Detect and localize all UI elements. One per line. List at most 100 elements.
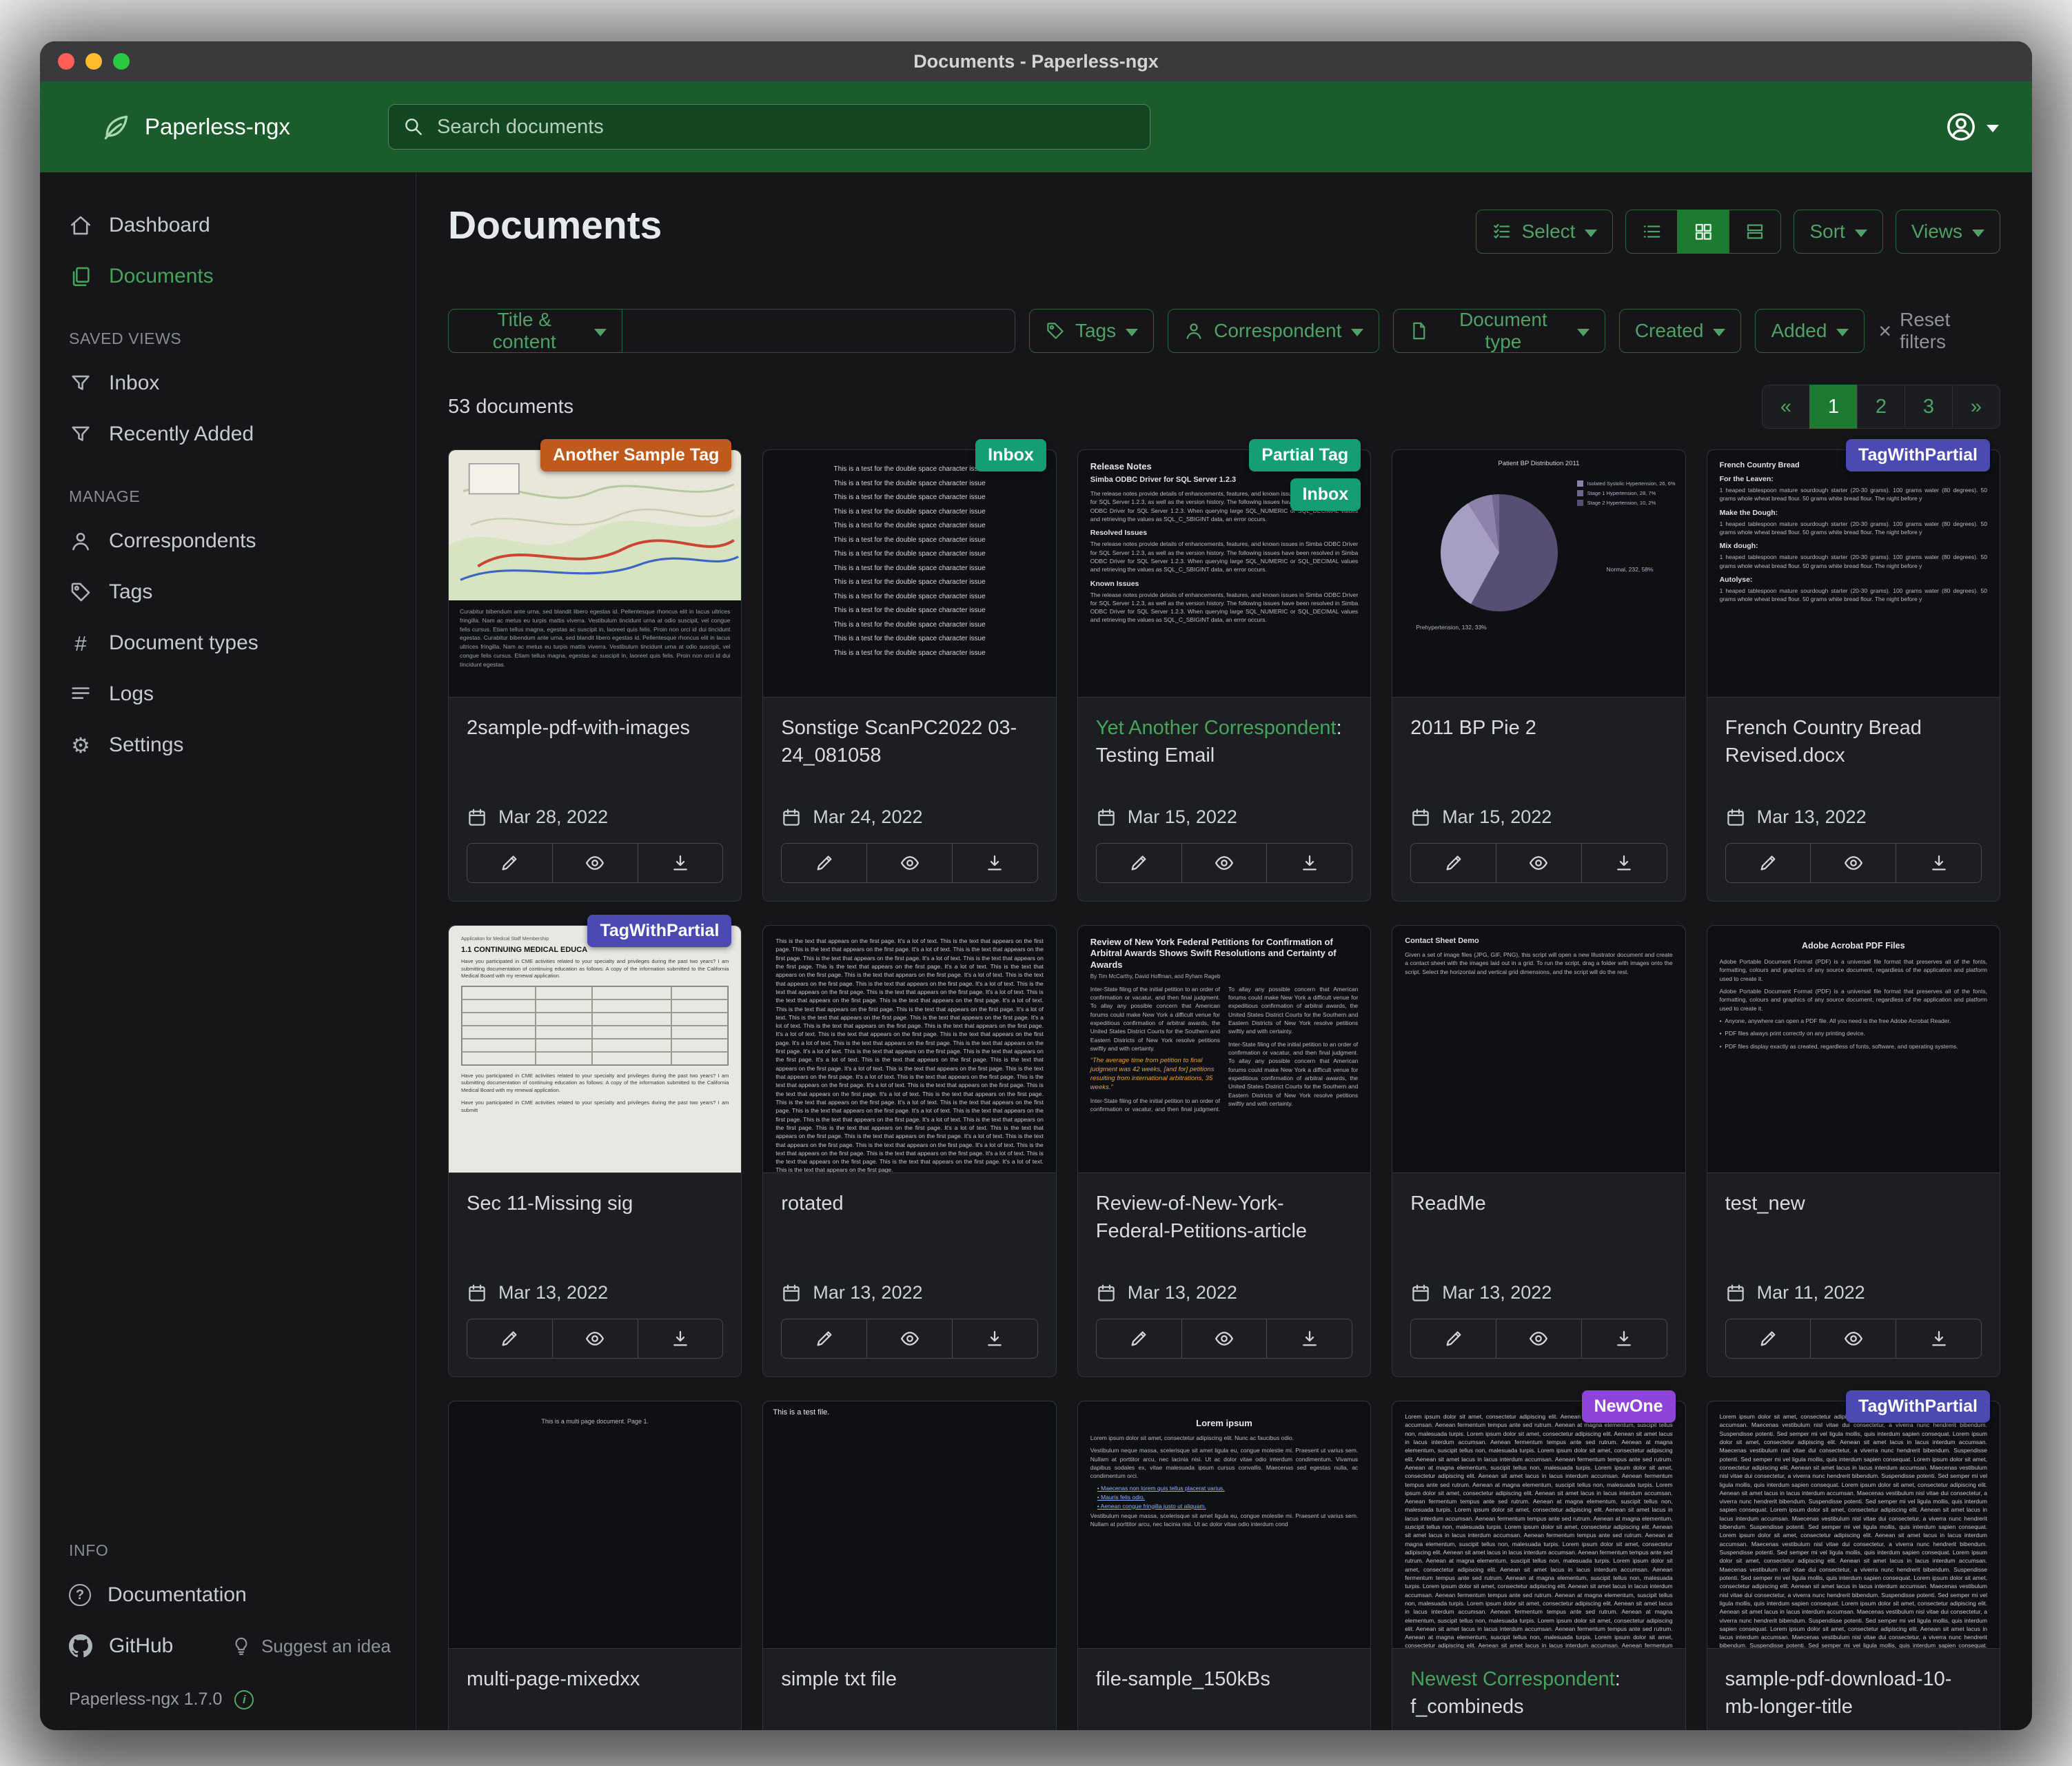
download-document-button[interactable] — [952, 1319, 1038, 1359]
document-title-link[interactable]: simple txt file — [781, 1668, 897, 1690]
suggest-idea-link[interactable]: Suggest an idea — [231, 1636, 391, 1657]
select-button[interactable]: Select — [1476, 210, 1614, 254]
tag-badge[interactable]: TagWithPartial — [1846, 1390, 1990, 1423]
sidebar-item-documents[interactable]: Documents — [40, 251, 416, 302]
download-document-button[interactable] — [1896, 843, 1982, 883]
document-thumbnail[interactable]: Review of New York Federal Petitions for… — [1078, 926, 1370, 1173]
correspondent-filter-button[interactable]: Correspondent — [1168, 309, 1379, 353]
tag-badge[interactable]: Inbox — [975, 439, 1046, 471]
document-thumbnail[interactable]: Patient BP Distribution 2011 Isolated Sy… — [1392, 450, 1685, 698]
document-thumbnail[interactable]: Lorem ipsum dolor sit amet, consectetur … — [1707, 1401, 2000, 1649]
document-title-link[interactable]: rotated — [781, 1192, 843, 1215]
sidebar-item-tags[interactable]: Tags — [40, 567, 416, 618]
view-document-button[interactable] — [1810, 1319, 1896, 1359]
document-title-link[interactable]: test_new — [1725, 1192, 1805, 1215]
card-view-button[interactable] — [1729, 210, 1781, 254]
edit-document-button[interactable] — [467, 1319, 553, 1359]
edit-document-button[interactable] — [1410, 1319, 1496, 1359]
view-document-button[interactable] — [1496, 1319, 1582, 1359]
tag-badge[interactable]: TagWithPartial — [587, 915, 731, 947]
view-document-button[interactable] — [866, 843, 953, 883]
document-title-link[interactable]: 2sample-pdf-with-images — [467, 717, 690, 739]
tag-badge[interactable]: Partial Tag — [1249, 439, 1361, 471]
document-title-link[interactable]: multi-page-mixedxx — [467, 1668, 640, 1690]
view-document-button[interactable] — [1810, 843, 1896, 883]
tag-badge[interactable]: Inbox — [1290, 478, 1361, 511]
views-button[interactable]: Views — [1896, 210, 2000, 254]
tag-badge[interactable]: Another Sample Tag — [540, 439, 731, 471]
tag-badge[interactable]: TagWithPartial — [1846, 439, 1990, 471]
view-document-button[interactable] — [552, 1319, 638, 1359]
added-filter-button[interactable]: Added — [1755, 309, 1865, 353]
download-document-button[interactable] — [952, 843, 1038, 883]
created-filter-button[interactable]: Created — [1619, 309, 1742, 353]
document-type-filter-button[interactable]: Document type — [1393, 309, 1605, 353]
search-input[interactable] — [436, 115, 1136, 139]
document-title-link[interactable]: Review-of-New-York-Federal-Petitions-art… — [1096, 1192, 1307, 1242]
document-thumbnail[interactable]: Adobe Acrobat PDF FilesAdobe Portable Do… — [1707, 926, 2000, 1173]
document-thumbnail[interactable]: This is a test file. — [763, 1401, 1055, 1649]
edit-document-button[interactable] — [1096, 1319, 1182, 1359]
document-thumbnail[interactable]: Lorem ipsum dolor sit amet, consectetur … — [1392, 1401, 1685, 1649]
document-thumbnail[interactable]: This is a multi page document. Page 1. — [449, 1401, 741, 1649]
download-document-button[interactable] — [1266, 843, 1352, 883]
sidebar-item-recently-added[interactable]: Recently Added — [40, 409, 416, 460]
edit-document-button[interactable] — [1410, 843, 1496, 883]
view-document-button[interactable] — [552, 843, 638, 883]
document-thumbnail[interactable]: Contact Sheet DemoGiven a set of image f… — [1392, 926, 1685, 1173]
sidebar-item-correspondents[interactable]: Correspondents — [40, 516, 416, 567]
document-title-link[interactable]: Sonstige ScanPC2022 03-24_081058 — [781, 717, 1017, 767]
edit-document-button[interactable] — [467, 843, 553, 883]
document-title-link[interactable]: Newest Correspondent: f_combineds — [1410, 1668, 1621, 1718]
sidebar-item-documentation[interactable]: ? Documentation — [40, 1570, 416, 1621]
pagination-page-2[interactable]: 2 — [1857, 385, 1905, 429]
download-document-button[interactable] — [1896, 1319, 1982, 1359]
title-content-input[interactable] — [622, 309, 1015, 353]
brand[interactable]: Paperless-ngx — [101, 112, 290, 142]
list-view-button[interactable] — [1625, 210, 1678, 254]
document-title-link[interactable]: sample-pdf-download-10-mb-longer-title — [1725, 1668, 1952, 1718]
pagination-next-button[interactable]: » — [1952, 385, 2000, 429]
sidebar-item-document-types[interactable]: # Document types — [40, 618, 416, 669]
sidebar-item-logs[interactable]: Logs — [40, 669, 416, 720]
search-bar[interactable] — [388, 104, 1150, 150]
reset-filters-button[interactable]: × Reset filters — [1878, 309, 2000, 353]
edit-document-button[interactable] — [781, 843, 867, 883]
document-title-link[interactable]: file-sample_150kBs — [1096, 1668, 1270, 1690]
pagination-page-3[interactable]: 3 — [1905, 385, 1953, 429]
download-document-button[interactable] — [1581, 843, 1667, 883]
tags-filter-button[interactable]: Tags — [1029, 309, 1154, 353]
download-document-button[interactable] — [638, 843, 724, 883]
edit-document-button[interactable] — [1725, 843, 1811, 883]
document-title-link[interactable]: Sec 11-Missing sig — [467, 1192, 633, 1215]
download-document-button[interactable] — [1581, 1319, 1667, 1359]
document-thumbnail[interactable]: Curabitur bibendum ante urna, sed blandi… — [449, 450, 741, 698]
document-thumbnail[interactable]: Application for Medical Staff Membership… — [449, 926, 741, 1173]
view-document-button[interactable] — [1496, 843, 1582, 883]
document-thumbnail[interactable]: This is the text that appears on the fir… — [763, 926, 1055, 1173]
edit-document-button[interactable] — [1725, 1319, 1811, 1359]
document-thumbnail[interactable]: Lorem ipsumLorem ipsum dolor sit amet, c… — [1078, 1401, 1370, 1649]
tag-badge[interactable]: NewOne — [1582, 1390, 1676, 1423]
document-title-link[interactable]: Yet Another Correspondent: Testing Email — [1096, 717, 1342, 767]
document-correspondent[interactable]: Newest Correspondent — [1410, 1668, 1615, 1690]
edit-document-button[interactable] — [781, 1319, 867, 1359]
document-title-link[interactable]: French Country Bread Revised.docx — [1725, 717, 1922, 767]
sort-button[interactable]: Sort — [1794, 210, 1882, 254]
document-title-link[interactable]: ReadMe — [1410, 1192, 1486, 1215]
pagination-prev-button[interactable]: « — [1762, 385, 1810, 429]
view-document-button[interactable] — [866, 1319, 953, 1359]
user-menu[interactable] — [1945, 111, 1999, 143]
download-document-button[interactable] — [1266, 1319, 1352, 1359]
document-thumbnail[interactable]: French Country Bread For the Leaven:1 he… — [1707, 450, 2000, 698]
info-icon[interactable]: i — [234, 1690, 254, 1709]
document-correspondent[interactable]: Yet Another Correspondent — [1096, 717, 1337, 739]
download-document-button[interactable] — [638, 1319, 724, 1359]
title-content-dropdown[interactable]: Title & content — [448, 309, 622, 353]
sidebar-item-inbox[interactable]: Inbox — [40, 358, 416, 409]
pagination-page-1[interactable]: 1 — [1809, 385, 1858, 429]
sidebar-item-github[interactable]: GitHub — [40, 1621, 173, 1672]
edit-document-button[interactable] — [1096, 843, 1182, 883]
document-thumbnail[interactable]: This is a test for the double space char… — [763, 450, 1055, 698]
sidebar-item-dashboard[interactable]: Dashboard — [40, 200, 416, 251]
